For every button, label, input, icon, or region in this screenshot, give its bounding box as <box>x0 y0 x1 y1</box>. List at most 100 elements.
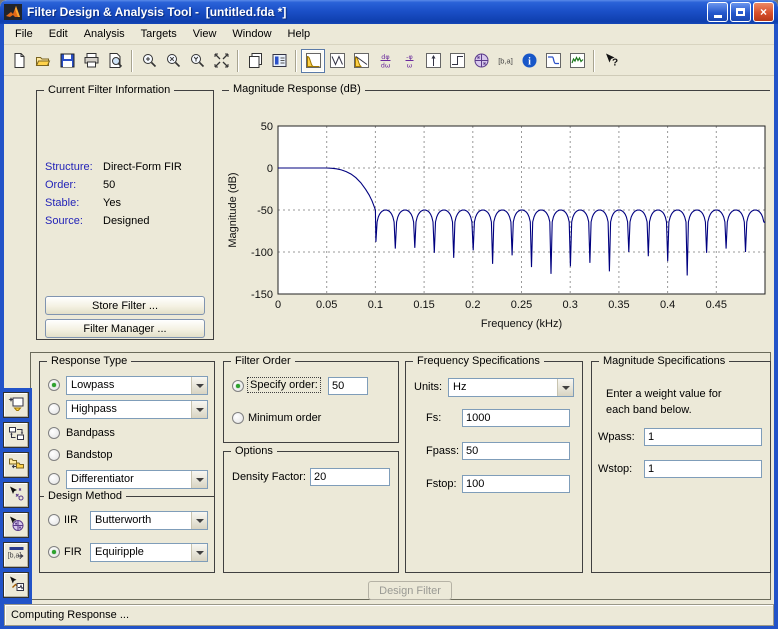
magnitude-response-button[interactable] <box>301 48 325 73</box>
fir-radio[interactable] <box>48 546 60 558</box>
realize-model-button[interactable] <box>3 572 29 598</box>
printer-icon <box>83 52 100 69</box>
full-view-button[interactable] <box>209 49 233 73</box>
specify-order-radio[interactable] <box>232 380 244 392</box>
lowpass-yellow-icon <box>305 52 322 69</box>
weight-note-line1: Enter a weight value for <box>606 388 722 400</box>
combo-value: Highpass <box>71 403 117 415</box>
differentiator-combobox[interactable]: Differentiator <box>66 470 208 489</box>
step-response-button[interactable] <box>445 49 469 73</box>
group-delay-button[interactable]: dφ dω <box>373 49 397 73</box>
zoom-x-button[interactable] <box>161 49 185 73</box>
chevron-down-icon <box>191 401 207 418</box>
filter-coefficients-view-button[interactable] <box>267 49 291 73</box>
fs-input[interactable] <box>462 409 570 427</box>
store-filter-button[interactable]: Store Filter ... <box>45 296 205 315</box>
order-label: Order: <box>45 179 77 191</box>
phase-delay-button[interactable]: -φ ω <box>397 49 421 73</box>
filter-coefficients-ba-button[interactable]: [b,a] <box>493 49 517 73</box>
fpass-input[interactable] <box>462 442 570 460</box>
menu-edit[interactable]: Edit <box>41 26 76 42</box>
filter-manager-label: Filter Manager ... <box>83 322 167 335</box>
zoom-y-button[interactable] <box>185 49 209 73</box>
menu-view[interactable]: View <box>185 26 225 42</box>
svg-text:0.05: 0.05 <box>316 299 337 311</box>
filter-information-button[interactable]: i <box>517 49 541 73</box>
maximize-icon <box>736 8 745 16</box>
svg-text:0.1: 0.1 <box>368 299 383 311</box>
info-row: Source: Designed <box>45 215 205 227</box>
import-icon <box>8 455 25 475</box>
iir-method-combobox[interactable]: Butterworth <box>90 511 208 530</box>
fir-method-combobox[interactable]: Equiripple <box>90 543 208 562</box>
fstop-label: Fstop: <box>426 478 457 490</box>
iir-radio[interactable] <box>48 514 60 526</box>
density-factor-input[interactable] <box>310 468 390 486</box>
pole-zero-plot-button[interactable] <box>469 49 493 73</box>
bandstop-radio[interactable] <box>48 449 60 461</box>
highpass-combobox[interactable]: Highpass <box>66 400 208 419</box>
wstop-input[interactable] <box>644 460 762 478</box>
import-filter-button[interactable] <box>3 452 29 478</box>
transform-filter-button[interactable] <box>3 422 29 448</box>
zoom-in-button[interactable] <box>137 49 161 73</box>
combo-value: Lowpass <box>71 379 115 391</box>
menu-analysis[interactable]: Analysis <box>76 26 133 42</box>
units-combobox[interactable]: Hz <box>448 378 574 397</box>
set-quantization-parameters-button[interactable] <box>3 512 29 538</box>
group-title: Options <box>231 445 277 457</box>
differentiator-radio[interactable] <box>48 473 60 485</box>
export-coefficients-button[interactable]: [b,a] <box>3 542 29 568</box>
minimum-order-radio[interactable] <box>232 412 244 424</box>
ba-icon: [b,a] <box>497 52 514 69</box>
svg-text:-φ: -φ <box>406 53 413 61</box>
highpass-radio[interactable] <box>48 403 60 415</box>
menu-targets[interactable]: Targets <box>133 26 185 42</box>
chevron-down-icon <box>191 512 207 529</box>
print-button[interactable] <box>79 49 103 73</box>
magnitude-and-phase-button[interactable] <box>349 49 373 73</box>
window-frame-right <box>774 24 778 629</box>
fdatool-window: Filter Design & Analysis Tool - [untitle… <box>0 0 778 629</box>
phase-response-button[interactable] <box>325 49 349 73</box>
spectral-estimate-button[interactable] <box>565 49 589 73</box>
svg-text:0: 0 <box>267 163 273 175</box>
bandpass-radio[interactable] <box>48 427 60 439</box>
wpass-input[interactable] <box>644 428 762 446</box>
save-session-button[interactable] <box>55 49 79 73</box>
create-multirate-filter-button[interactable] <box>3 392 29 418</box>
specify-order-input[interactable] <box>328 377 368 395</box>
store-filter-label: Store Filter ... <box>91 299 159 312</box>
quantize-icon <box>8 515 25 535</box>
pz-wheel-icon <box>473 52 490 69</box>
panel-title: Current Filter Information <box>44 84 175 96</box>
minimize-button[interactable] <box>707 2 728 22</box>
transform-icon <box>8 425 25 445</box>
sidebar: [b,a] <box>0 388 32 604</box>
maximize-button[interactable] <box>730 2 751 22</box>
group-title: Magnitude Specifications <box>599 355 730 367</box>
mag-plus-icon <box>141 52 158 69</box>
lowpass-radio[interactable] <box>48 379 60 391</box>
context-help-button[interactable]: ? <box>599 49 623 73</box>
lowpass-combobox[interactable]: Lowpass <box>66 376 208 395</box>
filter-manager-button[interactable]: Filter Manager ... <box>45 319 205 338</box>
pole-zero-editor-button[interactable] <box>3 482 29 508</box>
design-filter-button[interactable]: Design Filter <box>368 581 452 600</box>
fstop-input[interactable] <box>462 475 570 493</box>
toolbar-separator <box>131 49 133 72</box>
info-icon: i <box>521 52 538 69</box>
menu-window[interactable]: Window <box>224 26 279 42</box>
close-button[interactable]: × <box>753 2 774 22</box>
order-value: 50 <box>103 179 116 191</box>
wpass-label: Wpass: <box>598 431 635 443</box>
impulse-response-button[interactable] <box>421 49 445 73</box>
menu-file[interactable]: File <box>7 26 41 42</box>
open-session-button[interactable] <box>31 49 55 73</box>
print-to-figure-button[interactable] <box>243 49 267 73</box>
print-preview-button[interactable] <box>103 49 127 73</box>
new-session-button[interactable] <box>7 49 31 73</box>
magnitude-spec-mask-button[interactable] <box>541 49 565 73</box>
options-group: Options Density Factor: <box>223 445 399 573</box>
menu-help[interactable]: Help <box>280 26 319 42</box>
